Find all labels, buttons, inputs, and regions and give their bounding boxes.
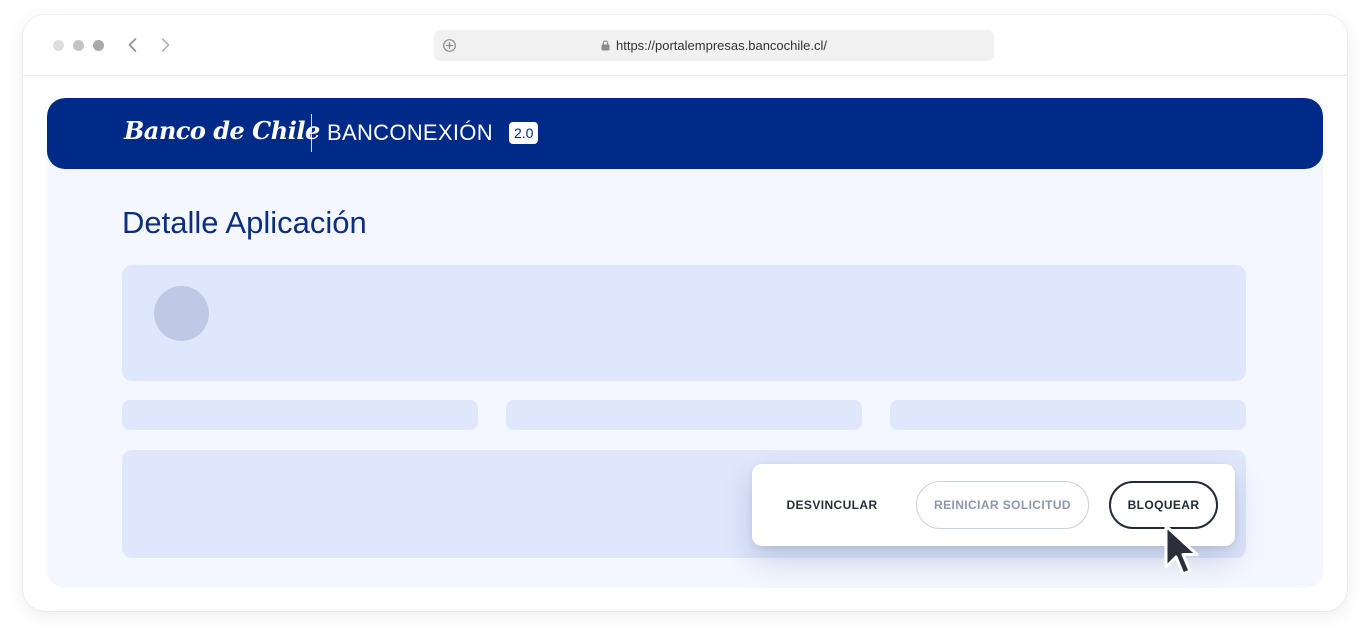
page-title: Detalle Aplicación: [122, 205, 367, 240]
block-button[interactable]: BLOQUEAR: [1109, 481, 1218, 529]
address-bar[interactable]: https://portalempresas.bancochile.cl/: [434, 30, 994, 61]
header-divider: [311, 114, 312, 152]
back-arrow-icon[interactable]: [123, 35, 143, 55]
restart-request-button[interactable]: REINICIAR SOLICITUD: [916, 481, 1089, 529]
skeleton-pill: [506, 400, 862, 430]
window-close-dot[interactable]: [53, 40, 64, 51]
skeleton-pill: [122, 400, 478, 430]
unlink-button[interactable]: DESVINCULAR: [776, 481, 888, 529]
window-minimize-dot[interactable]: [73, 40, 84, 51]
window-maximize-dot[interactable]: [93, 40, 104, 51]
version-badge: 2.0: [509, 122, 539, 144]
skeleton-pill: [890, 400, 1246, 430]
forward-arrow-icon[interactable]: [155, 35, 175, 55]
browser-toolbar: https://portalempresas.bancochile.cl/: [23, 15, 1347, 76]
avatar-placeholder: [154, 286, 209, 341]
bank-logo[interactable]: Banco de Chile: [124, 116, 320, 145]
product-name: BANCONEXIÓN: [327, 120, 493, 145]
mouse-pointer-icon: [1164, 524, 1199, 576]
lock-icon: [601, 40, 610, 51]
url-text: https://portalempresas.bancochile.cl/: [616, 38, 827, 53]
skeleton-card: [122, 265, 1246, 381]
site-header: Banco de Chile BANCONEXIÓN 2.0: [47, 98, 1323, 169]
